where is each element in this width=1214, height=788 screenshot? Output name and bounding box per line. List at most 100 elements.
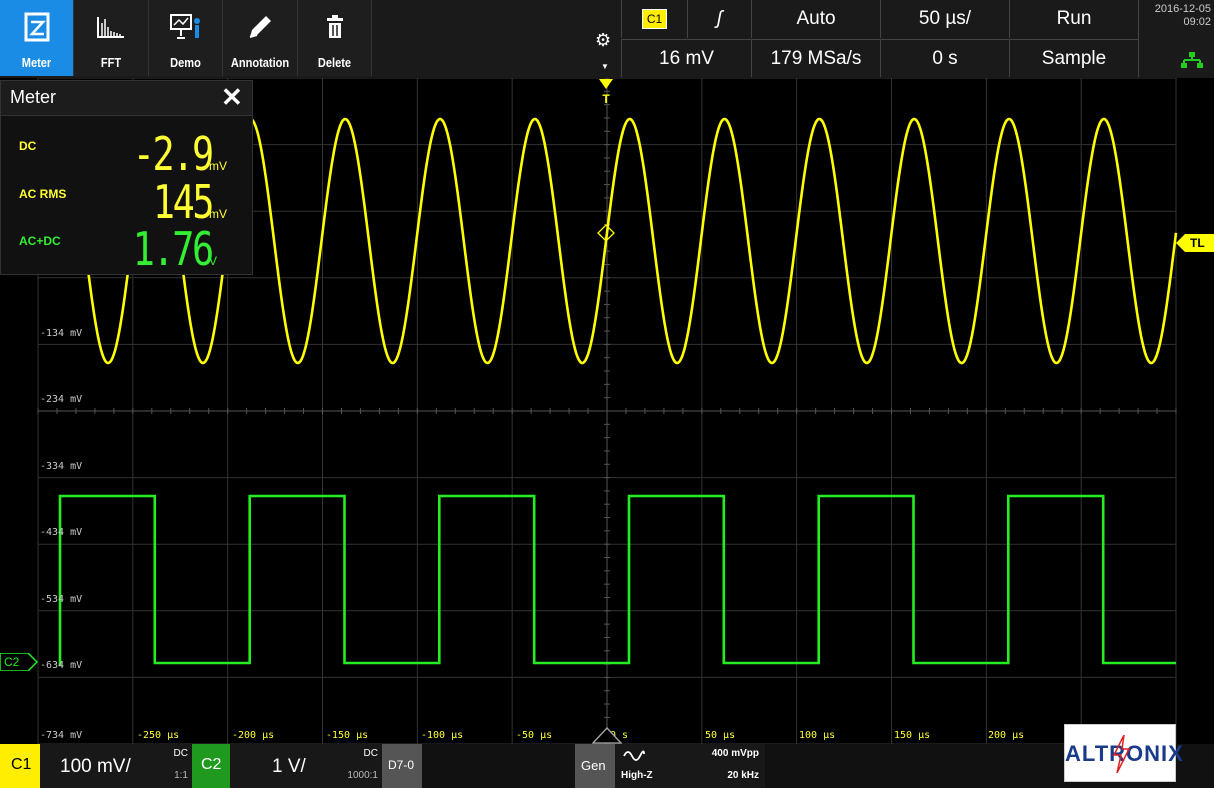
trigger-arrow-icon bbox=[599, 79, 613, 89]
demo-button-label: Demo bbox=[170, 55, 201, 70]
delete-button-label: Delete bbox=[317, 55, 352, 70]
digital-tab[interactable]: D7-0 bbox=[382, 744, 422, 788]
meter-panel-header: Meter ✕ bbox=[1, 81, 252, 116]
meter-icon bbox=[24, 12, 49, 42]
c2-coupling: DC bbox=[363, 748, 378, 759]
dropdown-icon: ▼ bbox=[601, 62, 609, 71]
fft-button[interactable]: FFT bbox=[74, 0, 149, 76]
c2-scale: 1 V/ bbox=[272, 756, 306, 777]
acquisition-mode-cell[interactable]: Sample bbox=[1009, 39, 1138, 77]
time-text: 09:02 bbox=[1183, 16, 1211, 28]
y-axis-label: -734 mV bbox=[40, 730, 83, 741]
meter-button-label: Meter bbox=[21, 55, 52, 70]
annotation-button-label: Annotation bbox=[230, 55, 290, 70]
trigger-channel-badge: C1 bbox=[641, 9, 668, 29]
y-axis-label: -234 mV bbox=[40, 394, 83, 405]
meter-acrms-label: AC RMS bbox=[19, 187, 67, 201]
x-axis-label: 100 µs bbox=[799, 730, 836, 741]
settings-button[interactable]: ⚙ ▼ bbox=[588, 0, 620, 76]
c1-probe: 1:1 bbox=[174, 770, 188, 781]
trigger-level-label: TL bbox=[1190, 236, 1205, 250]
trash-icon bbox=[326, 15, 343, 38]
x-axis-label: -150 µs bbox=[326, 730, 369, 741]
trigger-mode-cell[interactable]: Auto bbox=[751, 0, 880, 38]
x-axis-label: -200 µs bbox=[232, 730, 275, 741]
generator-settings[interactable]: High-Z 400 mVpp 20 kHz bbox=[615, 744, 765, 788]
y-axis-label: -134 mV bbox=[40, 328, 83, 339]
meter-acrms-value: 145 bbox=[152, 175, 215, 229]
digital-label: D7-0 bbox=[388, 758, 415, 772]
meter-button[interactable]: Meter bbox=[0, 0, 74, 76]
timebase-cell[interactable]: 50 µs/ bbox=[880, 0, 1009, 38]
network-icon bbox=[1181, 52, 1203, 68]
c2-label: C2 bbox=[201, 756, 222, 773]
run-stop-cell[interactable]: Run bbox=[1009, 0, 1138, 38]
generator-impedance: High-Z bbox=[621, 770, 653, 781]
c2-offset-marker[interactable]: C2 bbox=[0, 653, 38, 671]
c1-coupling: DC bbox=[173, 748, 188, 759]
c2-tab[interactable]: C2 bbox=[192, 744, 230, 788]
c2-settings[interactable]: 1 V/ DC 1000:1 bbox=[230, 744, 382, 788]
y-axis-label: -434 mV bbox=[40, 527, 83, 538]
delete-button[interactable]: Delete bbox=[298, 0, 372, 76]
x-axis-label: 50 µs bbox=[705, 730, 736, 741]
date-text: 2016-12-05 bbox=[1154, 3, 1211, 15]
y-axis-label: -534 mV bbox=[40, 594, 83, 605]
meter-panel-title: Meter bbox=[10, 87, 57, 107]
trigger-level: 16 mV bbox=[659, 47, 714, 69]
gear-icon: ⚙ bbox=[595, 30, 612, 50]
lightning-icon bbox=[1112, 735, 1131, 773]
x-axis-label: -50 µs bbox=[516, 730, 553, 741]
x-axis-label: -250 µs bbox=[137, 730, 180, 741]
sample-rate: 179 MSa/s bbox=[770, 47, 862, 69]
trigger-position-marker[interactable]: T bbox=[599, 78, 613, 106]
meter-acdc-unit: V bbox=[209, 254, 218, 268]
horizontal-position-cell[interactable]: 0 s bbox=[880, 39, 1009, 77]
trigger-mode: Auto bbox=[796, 8, 836, 29]
c1-settings[interactable]: 100 mV/ DC 1:1 bbox=[40, 744, 192, 788]
brand-logo: ALTRONIX bbox=[1064, 724, 1183, 782]
sample-rate-cell[interactable]: 179 MSa/s bbox=[751, 39, 880, 77]
generator-tab[interactable]: Gen bbox=[575, 744, 615, 788]
generator-amplitude: 400 mVpp bbox=[711, 748, 759, 759]
close-icon[interactable]: ✕ bbox=[221, 82, 243, 113]
meter-panel: Meter ✕ DC -2.9 mV AC RMS 145 mV AC+DC 1… bbox=[0, 80, 253, 276]
demo-button[interactable]: Demo bbox=[149, 0, 223, 76]
trigger-marker-label: T bbox=[602, 92, 610, 106]
run-state: Run bbox=[1056, 8, 1092, 29]
trigger-slope-cell[interactable]: ʃ bbox=[687, 0, 751, 38]
meter-dc-unit: mV bbox=[209, 159, 227, 173]
c1-label: C1 bbox=[11, 756, 32, 773]
y-axis-label: -634 mV bbox=[40, 660, 83, 671]
meter-acrms-unit: mV bbox=[209, 207, 227, 221]
c1-scale: 100 mV/ bbox=[60, 756, 131, 777]
channel-bar: C1 100 mV/ DC 1:1 C2 1 V/ DC 1000:1 D7-0… bbox=[0, 724, 1214, 788]
meter-dc-label: DC bbox=[19, 139, 37, 153]
toolbar: Meter FFT Demo Annotation Delete ⚙ ▼ C1 … bbox=[0, 0, 1214, 78]
x-axis-label: -100 µs bbox=[421, 730, 464, 741]
time-reference-marker bbox=[592, 727, 622, 744]
trigger-channel-cell[interactable]: C1 bbox=[621, 0, 687, 38]
demo-icon bbox=[169, 14, 200, 39]
c2-probe: 1000:1 bbox=[347, 770, 378, 781]
x-axis-label: 150 µs bbox=[894, 730, 931, 741]
generator-label: Gen bbox=[581, 758, 606, 773]
meter-dc-value: -2.9 bbox=[132, 127, 214, 181]
meter-acdc-value: 1.76 bbox=[132, 222, 214, 276]
trigger-level-cell[interactable]: 16 mV bbox=[621, 39, 751, 77]
c1-tab[interactable]: C1 bbox=[0, 744, 40, 788]
trigger-slope-icon: ʃ bbox=[716, 8, 723, 29]
fft-icon bbox=[97, 17, 124, 38]
c2-offset-label: C2 bbox=[4, 655, 20, 669]
generator-frequency: 20 kHz bbox=[727, 770, 759, 781]
trigger-level-marker[interactable]: TL bbox=[1176, 234, 1214, 252]
acquisition-mode: Sample bbox=[1041, 47, 1107, 69]
fft-button-label: FFT bbox=[100, 55, 122, 70]
y-axis-label: -334 mV bbox=[40, 461, 83, 472]
sine-icon bbox=[623, 750, 645, 761]
meter-acdc-label: AC+DC bbox=[19, 234, 61, 248]
timebase: 50 µs/ bbox=[918, 8, 972, 29]
horizontal-position: 0 s bbox=[932, 47, 958, 69]
annotation-button[interactable]: Annotation bbox=[223, 0, 298, 76]
clock-panel: 2016-12-05 09:02 bbox=[1138, 0, 1214, 77]
